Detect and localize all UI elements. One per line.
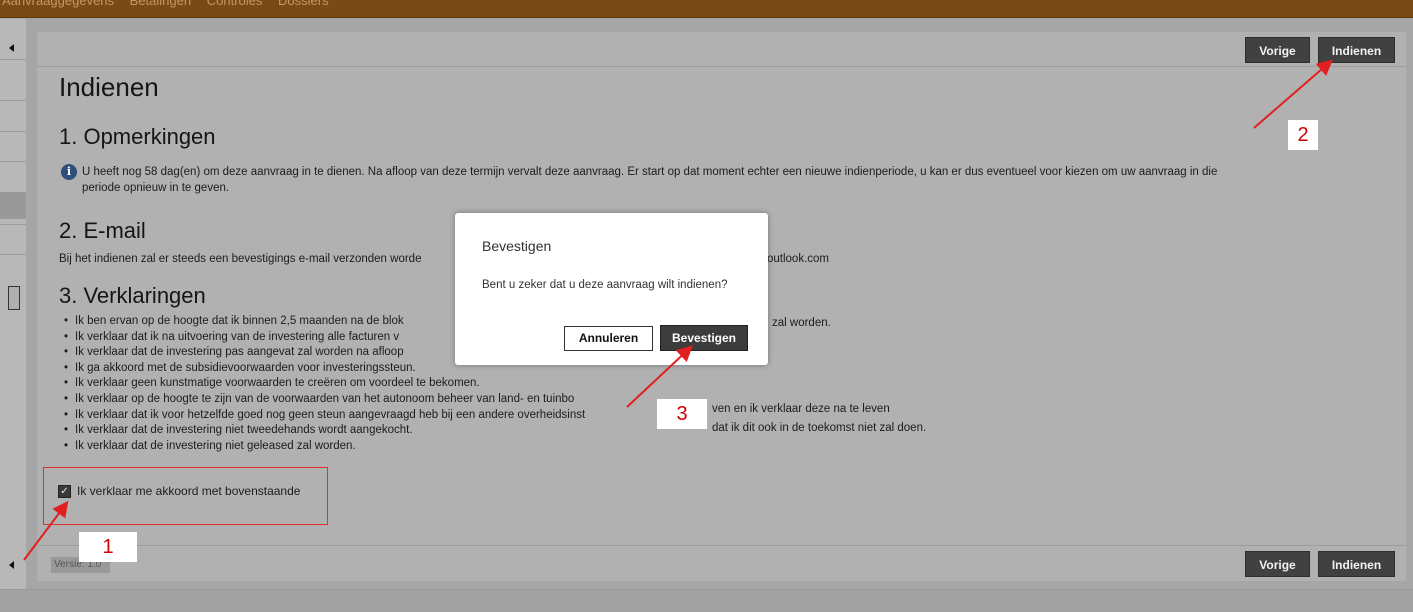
arrow-to-submit bbox=[1253, 59, 1334, 129]
arrow-to-confirm bbox=[626, 345, 693, 408]
annotation-arrows bbox=[23, 59, 1334, 561]
arrow-to-checkbox bbox=[23, 500, 69, 561]
